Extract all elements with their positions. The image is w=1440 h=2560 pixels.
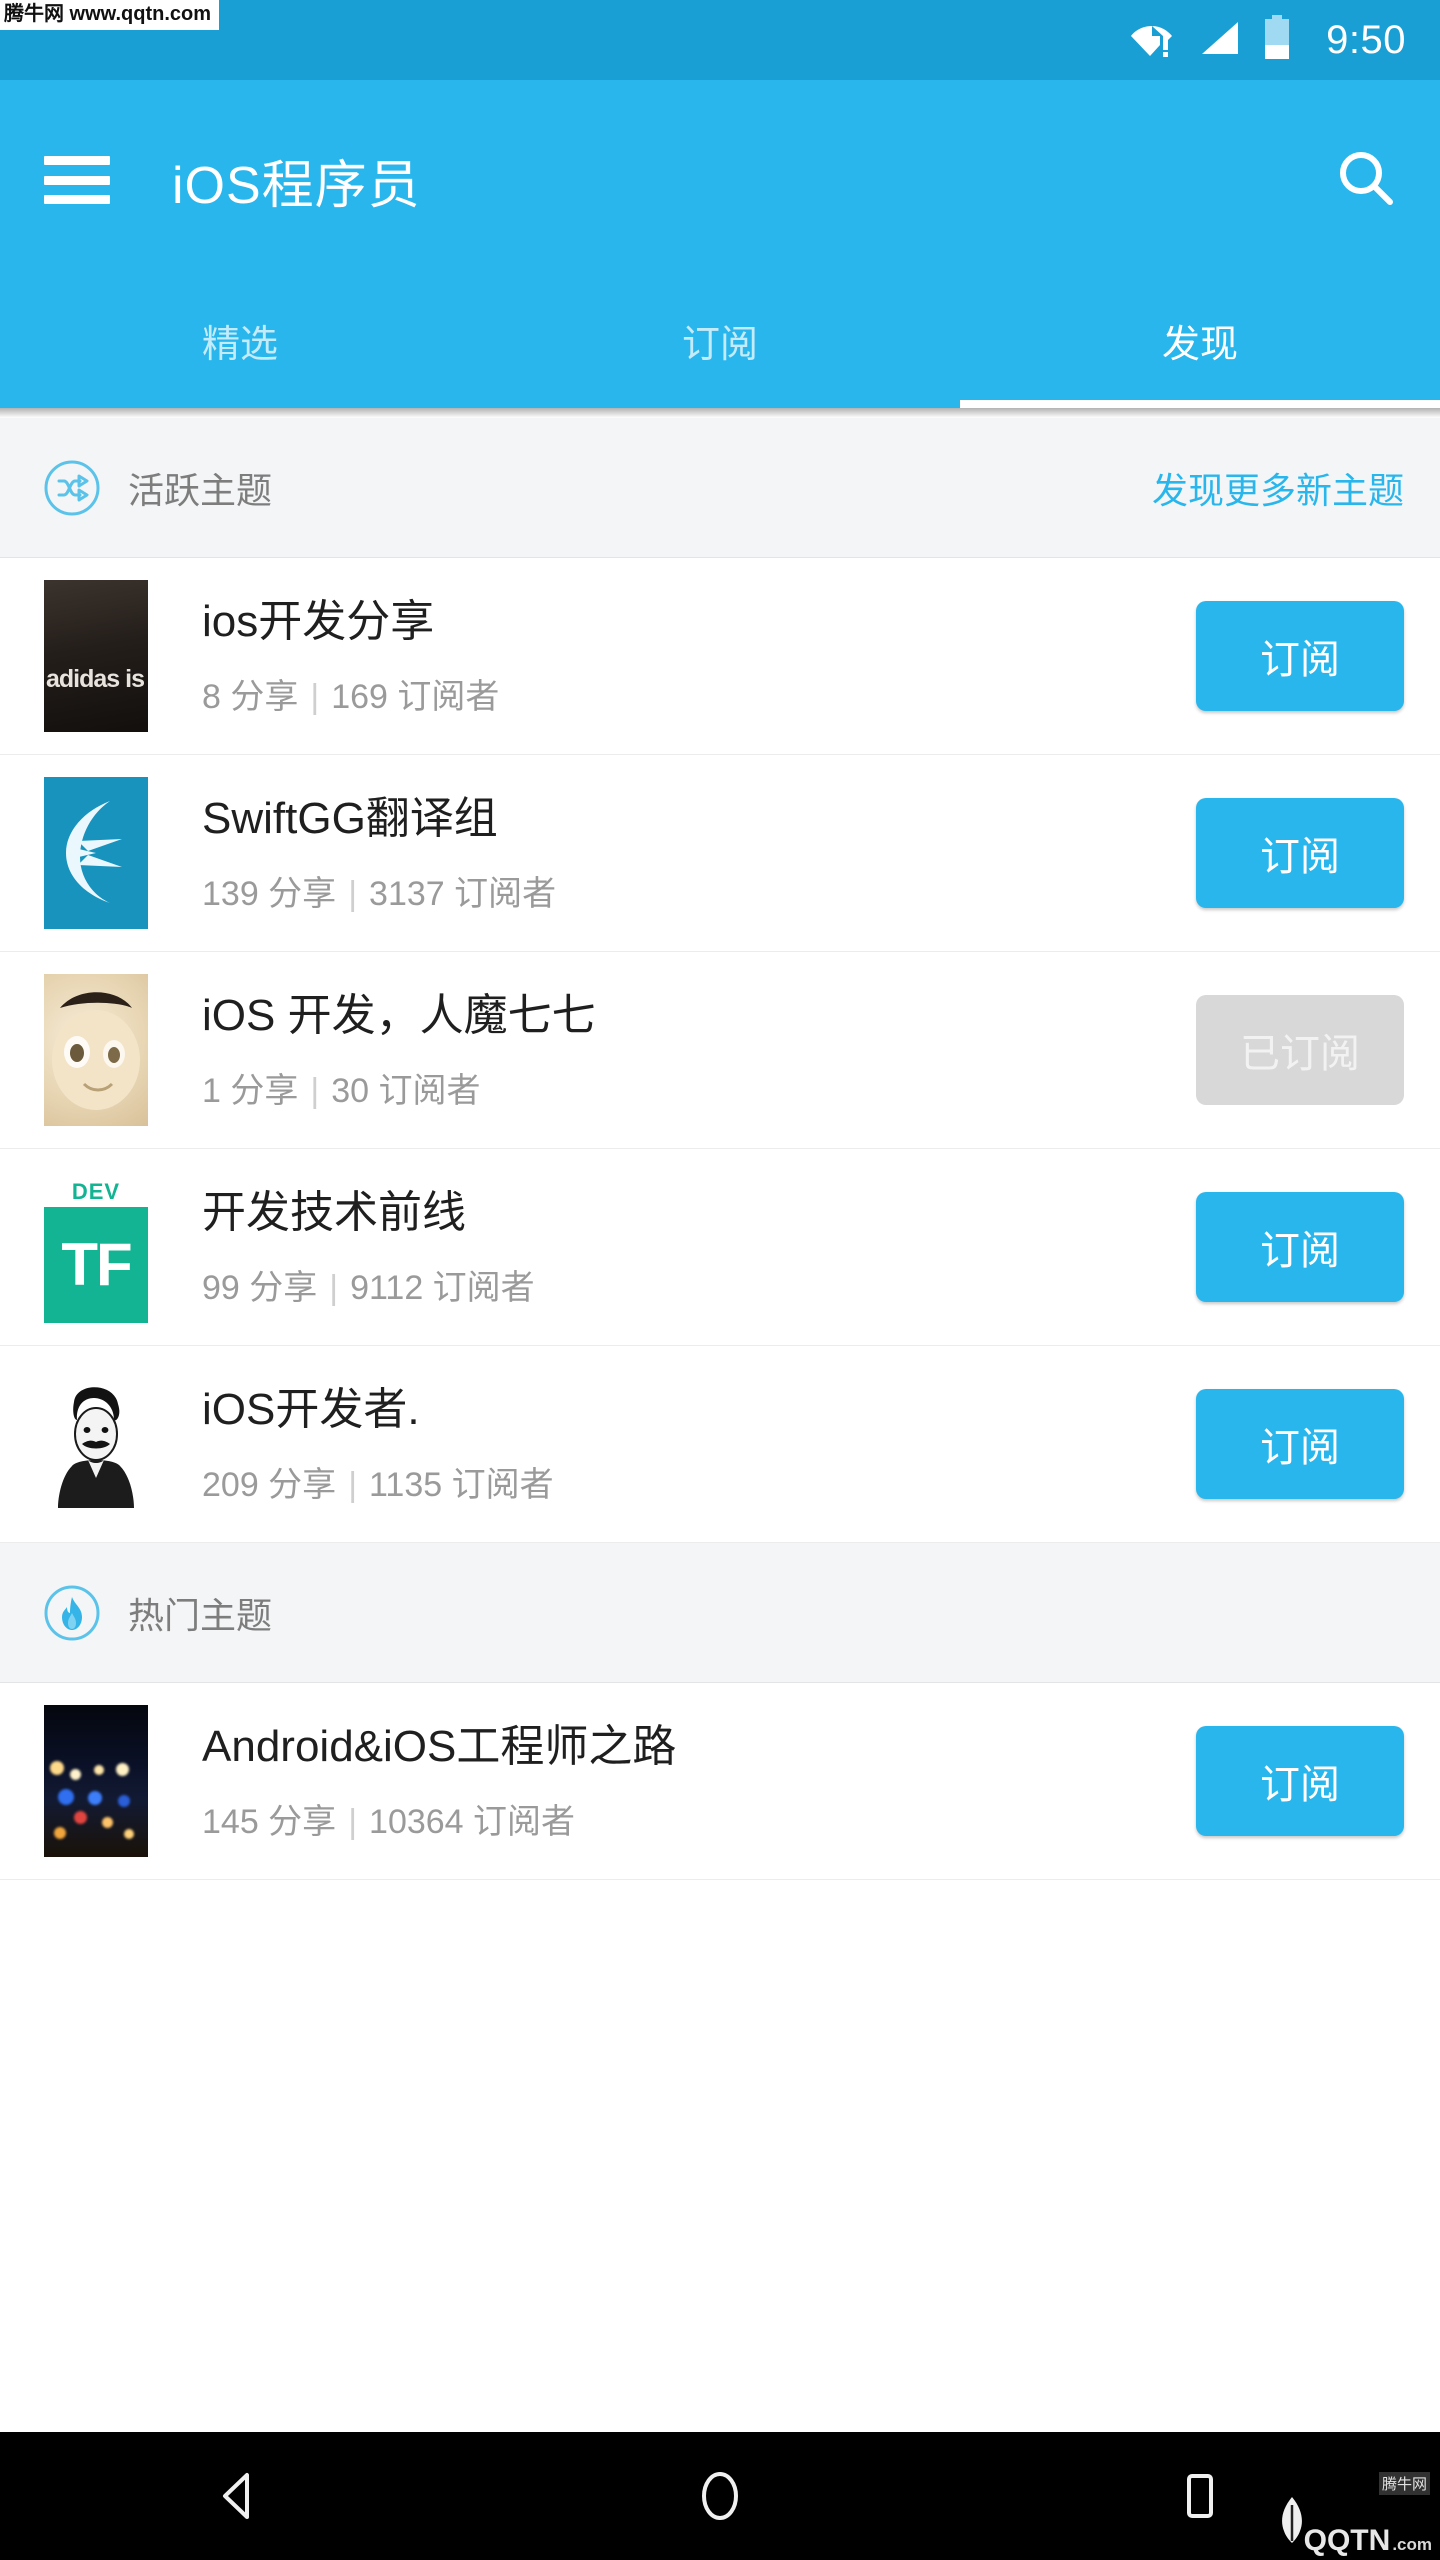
topic-stats: 1 分享 | 30 订阅者	[202, 1063, 1196, 1112]
topic-stats: 209 分享 | 1135 订阅者	[202, 1457, 1196, 1506]
topic-avatar	[44, 1368, 148, 1520]
hot-topics-list: Android&iOS工程师之路 145 分享 | 10364 订阅者 订阅	[0, 1683, 1440, 1880]
topic-info: Android&iOS工程师之路 145 分享 | 10364 订阅者	[202, 1719, 1196, 1843]
subscriber-count: 10364 订阅者	[369, 1803, 576, 1841]
status-bar: 腾牛网 www.qqtn.com 9:50	[0, 0, 1440, 80]
subscribe-button[interactable]: 订阅	[1196, 1726, 1404, 1836]
topic-row[interactable]: SwiftGG翻译组 139 分享 | 3137 订阅者 订阅	[0, 755, 1440, 952]
watermark-tld-text: .com	[1392, 2535, 1432, 2554]
topic-row[interactable]: iOS 开发，人魔七七 1 分享 | 30 订阅者 已订阅	[0, 952, 1440, 1149]
subscribe-button[interactable]: 订阅	[1196, 1192, 1404, 1302]
section-header-active-topics: 活跃主题 发现更多新主题	[0, 418, 1440, 558]
phone-screen: 腾牛网 www.qqtn.com 9:50 iOS程序员 精选 订阅 发现 活跃…	[0, 0, 1440, 2560]
topic-row[interactable]: adidas is ios开发分享 8 分享 | 169 订阅者 订阅	[0, 558, 1440, 755]
topic-info: iOS开发者. 209 分享 | 1135 订阅者	[202, 1382, 1196, 1506]
topic-avatar: DEV TF	[44, 1171, 148, 1323]
battery-icon	[1262, 14, 1292, 66]
back-triangle-icon[interactable]	[180, 2446, 300, 2546]
topic-name: SwiftGG翻译组	[202, 794, 498, 843]
topic-avatar	[44, 1705, 148, 1857]
status-icon-group: 9:50	[1130, 14, 1406, 66]
stat-separator: |	[310, 1072, 320, 1110]
topic-info: ios开发分享 8 分享 | 169 订阅者	[202, 594, 1196, 718]
share-count: 8 分享	[202, 678, 299, 716]
app-bar-shadow	[0, 408, 1440, 418]
stat-separator: |	[348, 875, 358, 913]
topic-stats: 8 分享 | 169 订阅者	[202, 669, 1196, 718]
android-navigation-bar: 腾牛网 QQTN .com	[0, 2432, 1440, 2560]
dev-logo-text: DEV	[71, 1179, 121, 1204]
shuffle-icon	[42, 458, 102, 518]
stat-separator: |	[329, 1269, 339, 1307]
share-count: 139 分享	[202, 875, 337, 913]
wifi-warning-icon	[1130, 18, 1176, 63]
subscribe-button[interactable]: 订阅	[1196, 1389, 1404, 1499]
share-count: 99 分享	[202, 1269, 318, 1307]
stat-separator: |	[348, 1466, 358, 1504]
share-count: 145 分享	[202, 1803, 337, 1841]
section-title: 热门主题	[128, 1594, 273, 1636]
topic-name: Android&iOS工程师之路	[202, 1722, 677, 1771]
section-title: 活跃主题	[128, 469, 273, 511]
topic-avatar	[44, 777, 148, 929]
flame-icon	[42, 1583, 102, 1643]
home-circle-icon[interactable]	[660, 2446, 780, 2546]
stat-separator: |	[310, 678, 320, 716]
topic-name: iOS 开发，人魔七七	[202, 991, 596, 1040]
topic-stats: 139 分享 | 3137 订阅者	[202, 866, 1196, 915]
topic-avatar: adidas is	[44, 580, 148, 732]
cellular-signal-icon	[1196, 18, 1242, 63]
watermark-cn-text: 腾牛网	[1378, 2472, 1430, 2495]
site-watermark-top: 腾牛网 www.qqtn.com	[0, 0, 220, 30]
topic-name: 开发技术前线	[202, 1188, 466, 1237]
subscriber-count: 30 订阅者	[331, 1072, 481, 1110]
search-icon[interactable]	[1326, 140, 1406, 220]
subscriber-count: 169 订阅者	[331, 678, 500, 716]
watermark-brand: QQTN .com	[1304, 2526, 1432, 2556]
topic-name: ios开发分享	[202, 597, 435, 646]
topic-avatar	[44, 974, 148, 1126]
site-watermark-bottom: 腾牛网 QQTN .com	[1268, 2470, 1432, 2556]
subscriber-count: 9112 订阅者	[350, 1269, 535, 1307]
page-title: iOS程序员	[172, 156, 421, 215]
tab-discover[interactable]: 发现	[960, 280, 1440, 408]
leaf-logo-icon	[1270, 2491, 1314, 2552]
status-bar-clock: 9:50	[1326, 17, 1406, 62]
section-header-hot-topics: 热门主题	[0, 1543, 1440, 1683]
active-topics-list: adidas is ios开发分享 8 分享 | 169 订阅者 订阅 Swif…	[0, 558, 1440, 1543]
topic-name: iOS开发者.	[202, 1385, 420, 1434]
topic-info: 开发技术前线 99 分享 | 9112 订阅者	[202, 1185, 1196, 1309]
share-count: 1 分享	[202, 1072, 299, 1110]
topic-stats: 99 分享 | 9112 订阅者	[202, 1260, 1196, 1309]
topic-stats: 145 分享 | 10364 订阅者	[202, 1794, 1196, 1843]
subscriber-count: 3137 订阅者	[369, 875, 557, 913]
discover-more-topics-link[interactable]: 发现更多新主题	[1152, 462, 1404, 514]
subscribe-button[interactable]: 订阅	[1196, 798, 1404, 908]
subscriber-count: 1135 订阅者	[369, 1466, 554, 1504]
hamburger-menu-icon[interactable]	[44, 156, 110, 204]
topic-info: SwiftGG翻译组 139 分享 | 3137 订阅者	[202, 791, 1196, 915]
topic-row[interactable]: iOS开发者. 209 分享 | 1135 订阅者 订阅	[0, 1346, 1440, 1543]
watermark-brand-text: QQTN	[1303, 2524, 1391, 2557]
recents-square-icon[interactable]	[1140, 2446, 1260, 2546]
subscribed-button[interactable]: 已订阅	[1196, 995, 1404, 1105]
topic-row[interactable]: DEV TF 开发技术前线 99 分享 | 9112 订阅者 订阅	[0, 1149, 1440, 1346]
subscribe-button[interactable]: 订阅	[1196, 601, 1404, 711]
topic-info: iOS 开发，人魔七七 1 分享 | 30 订阅者	[202, 988, 1196, 1112]
topic-row[interactable]: Android&iOS工程师之路 145 分享 | 10364 订阅者 订阅	[0, 1683, 1440, 1880]
tf-logo-text: TF	[44, 1207, 148, 1323]
tab-featured[interactable]: 精选	[0, 280, 480, 408]
share-count: 209 分享	[202, 1466, 337, 1504]
stat-separator: |	[348, 1803, 358, 1841]
tab-bar: 精选 订阅 发现	[0, 280, 1440, 408]
tab-subscriptions[interactable]: 订阅	[480, 280, 960, 408]
app-bar: iOS程序员	[0, 80, 1440, 280]
active-tab-indicator	[960, 400, 1440, 408]
